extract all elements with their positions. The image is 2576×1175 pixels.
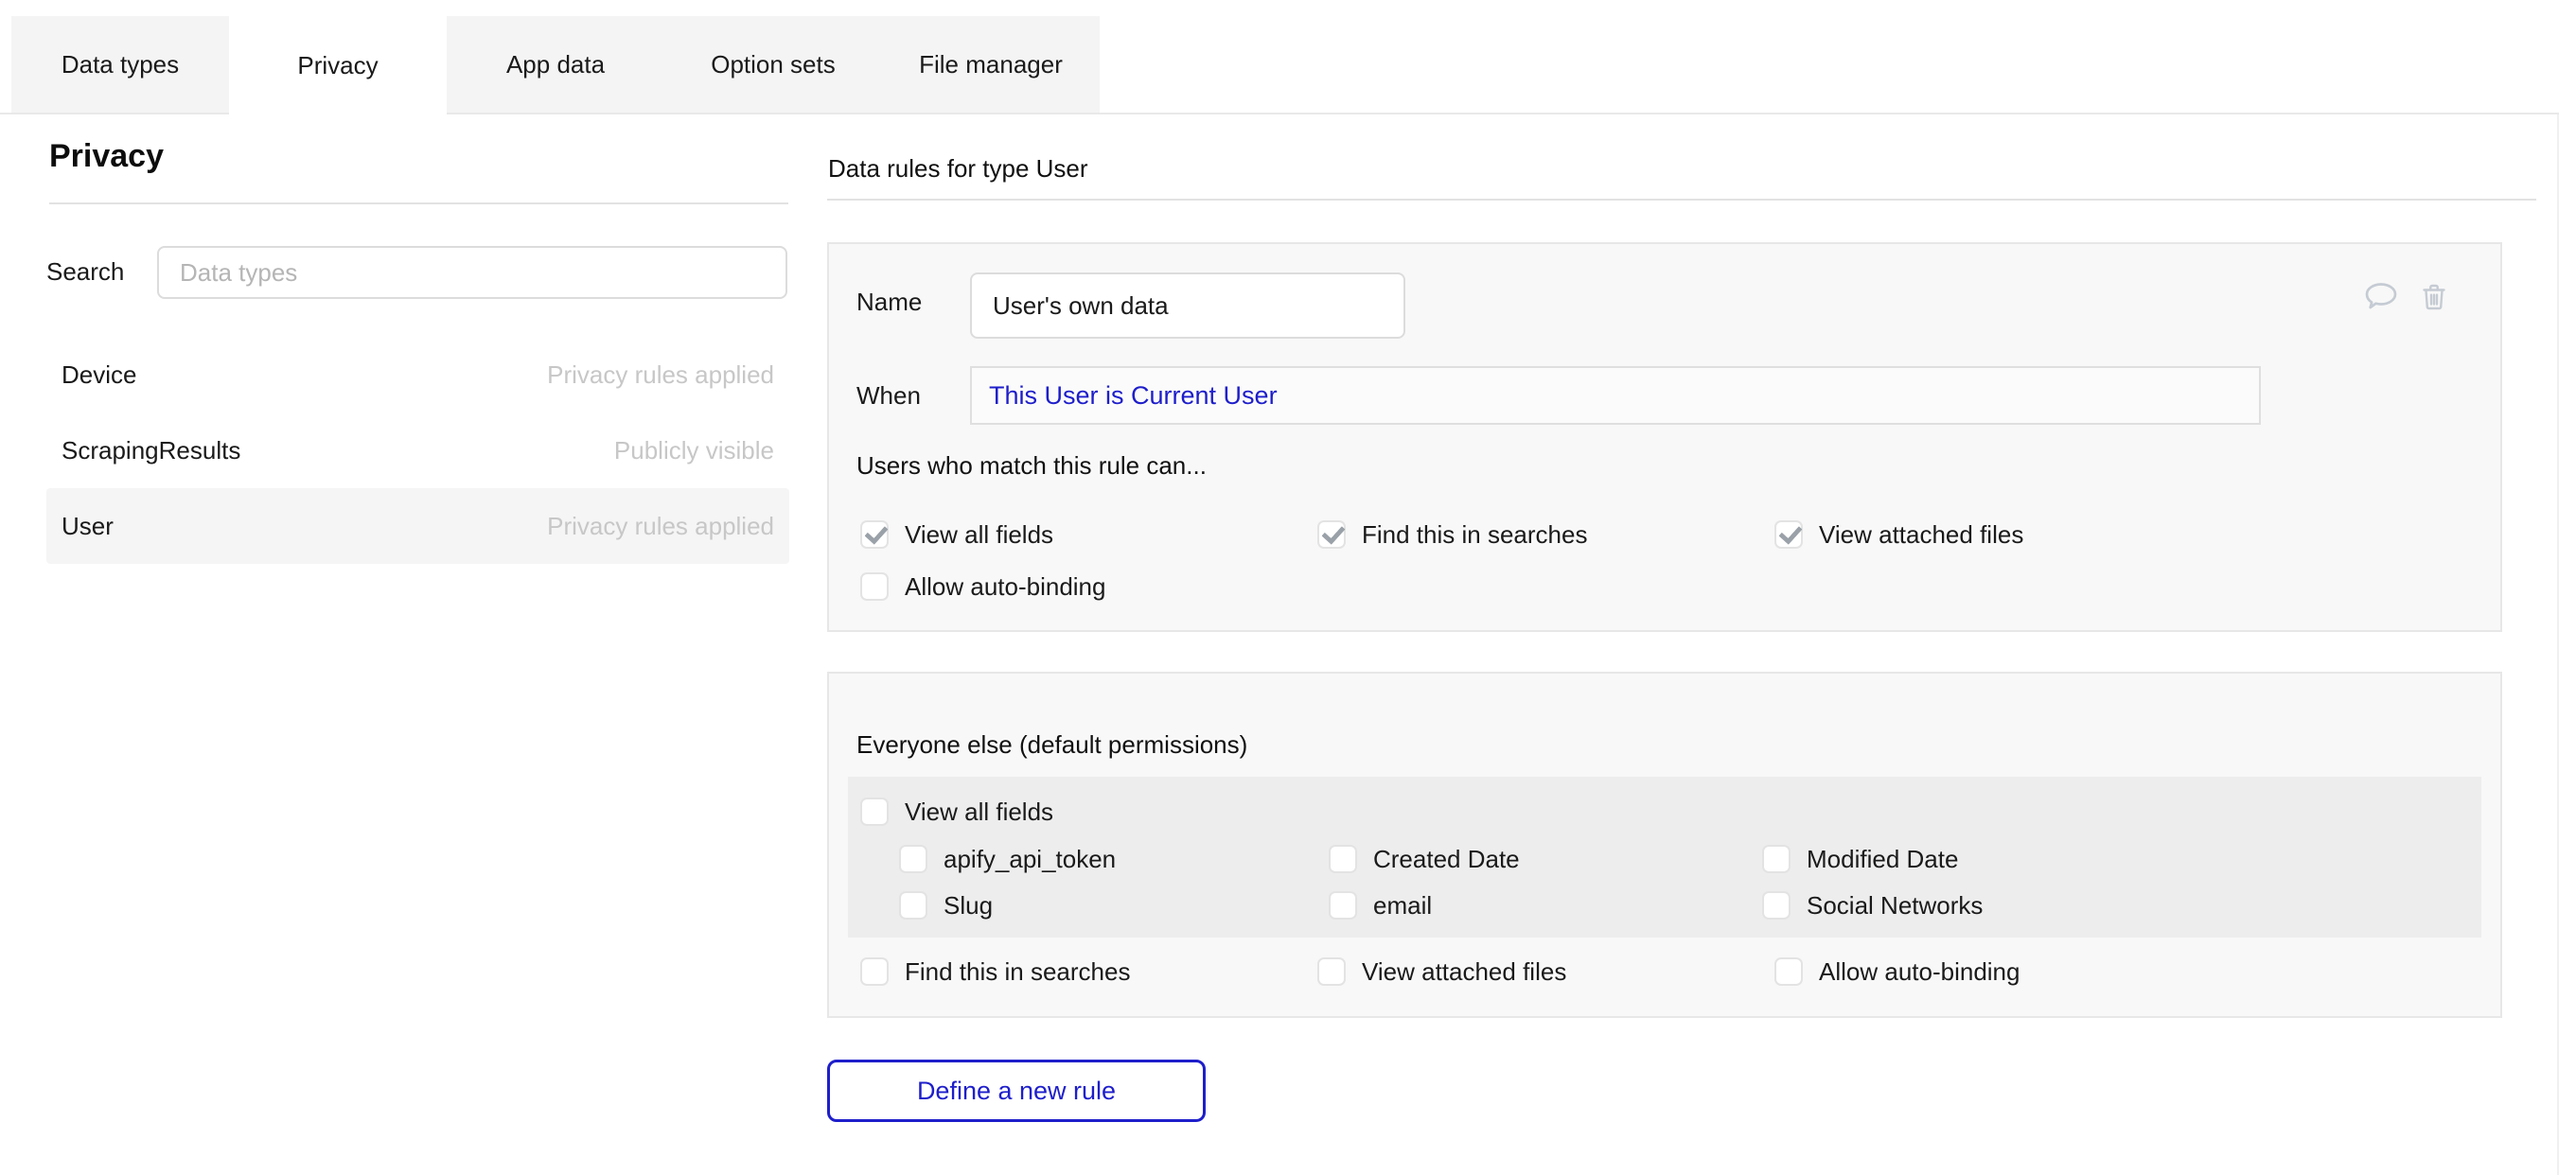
checkbox-box[interactable] <box>1762 891 1791 920</box>
permissions-intro: Users who match this rule can... <box>856 447 1207 484</box>
checkbox-field-created-date[interactable]: Created Date <box>1329 840 1520 878</box>
name-label: Name <box>856 283 922 321</box>
list-item-user[interactable]: User Privacy rules applied <box>46 488 789 564</box>
checkbox-box[interactable] <box>1329 845 1357 873</box>
checkbox-label: apify_api_token <box>944 845 1116 874</box>
checkbox-field-apify-api-token[interactable]: apify_api_token <box>899 840 1116 878</box>
data-type-status: Privacy rules applied <box>547 360 774 390</box>
checkbox-field-modified-date[interactable]: Modified Date <box>1762 840 1958 878</box>
search-input[interactable] <box>157 246 787 299</box>
default-permissions-card: Everyone else (default permissions) View… <box>827 672 2502 1018</box>
checkbox-box[interactable] <box>1774 957 1803 986</box>
tab-app-data[interactable]: App data <box>447 16 664 113</box>
checkbox-box[interactable] <box>860 798 889 826</box>
search-label: Search <box>46 257 124 286</box>
rule-card-actions <box>2362 278 2453 316</box>
rule-card: Name When This User is Current User User… <box>827 242 2502 632</box>
checkbox-box[interactable] <box>1317 520 1346 549</box>
main-divider <box>827 199 2536 201</box>
data-type-status: Privacy rules applied <box>547 512 774 541</box>
checkbox-box[interactable] <box>860 572 889 601</box>
checkbox-box[interactable] <box>860 520 889 549</box>
default-permissions-title: Everyone else (default permissions) <box>856 726 1247 763</box>
checkbox-box[interactable] <box>1762 845 1791 873</box>
when-condition-box[interactable]: This User is Current User <box>970 366 2261 425</box>
page-title: Privacy <box>49 138 164 175</box>
trash-icon[interactable] <box>2415 278 2453 316</box>
comment-icon[interactable] <box>2362 278 2400 316</box>
list-item-device[interactable]: Device Privacy rules applied <box>46 337 789 412</box>
checkbox-label: View attached files <box>1819 520 2023 550</box>
tab-file-manager[interactable]: File manager <box>882 16 1100 113</box>
checkbox-box[interactable] <box>1329 891 1357 920</box>
content-right-border <box>2557 113 2559 1175</box>
privacy-settings-page: Data types Privacy App data Option sets … <box>0 0 2576 1175</box>
list-item-scrapingresults[interactable]: ScrapingResults Publicly visible <box>46 412 789 488</box>
checkbox-field-social-networks[interactable]: Social Networks <box>1762 886 1983 924</box>
checkbox-label: Slug <box>944 891 993 921</box>
checkbox-find-in-searches[interactable]: Find this in searches <box>1317 516 1587 553</box>
tab-data-types[interactable]: Data types <box>11 16 229 113</box>
checkbox-label: Allow auto-binding <box>905 572 1105 602</box>
checkbox-label: View all fields <box>905 798 1053 827</box>
define-new-rule-button[interactable]: Define a new rule <box>827 1060 1206 1122</box>
checkbox-label: Find this in searches <box>1362 520 1587 550</box>
when-label: When <box>856 377 921 414</box>
sidebar-divider <box>49 202 788 204</box>
checkbox-find-in-searches-default[interactable]: Find this in searches <box>860 953 1130 991</box>
checkbox-allow-auto-binding[interactable]: Allow auto-binding <box>860 568 1105 605</box>
checkbox-label: Allow auto-binding <box>1819 957 2020 987</box>
tab-bar: Data types Privacy App data Option sets … <box>11 16 1100 114</box>
tab-option-sets[interactable]: Option sets <box>664 16 882 113</box>
checkbox-view-attached-files[interactable]: View attached files <box>1774 516 2023 553</box>
checkbox-label: email <box>1373 891 1432 921</box>
rule-name-input[interactable] <box>970 272 1405 339</box>
checkbox-label: Find this in searches <box>905 957 1130 987</box>
main-panel-heading: Data rules for type User <box>828 154 1088 184</box>
checkbox-box[interactable] <box>1317 957 1346 986</box>
checkbox-box[interactable] <box>899 891 927 920</box>
tab-privacy[interactable]: Privacy <box>229 16 447 114</box>
checkbox-allow-auto-binding-default[interactable]: Allow auto-binding <box>1774 953 2020 991</box>
checkbox-view-all-fields[interactable]: View all fields <box>860 516 1053 553</box>
checkbox-label: View attached files <box>1362 957 1566 987</box>
checkbox-view-attached-files-default[interactable]: View attached files <box>1317 953 1566 991</box>
checkbox-label: Created Date <box>1373 845 1520 874</box>
checkbox-view-all-fields-default[interactable]: View all fields <box>860 793 1053 831</box>
data-type-name: Device <box>62 360 136 390</box>
checkbox-box[interactable] <box>899 845 927 873</box>
data-type-status: Publicly visible <box>614 436 774 465</box>
data-type-list: Device Privacy rules applied ScrapingRes… <box>46 337 789 564</box>
checkbox-field-email[interactable]: email <box>1329 886 1432 924</box>
data-type-name: ScrapingResults <box>62 436 240 465</box>
data-type-name: User <box>62 512 114 541</box>
checkbox-label: Modified Date <box>1807 845 1958 874</box>
when-condition-link[interactable]: This User is Current User <box>989 381 1278 411</box>
checkbox-label: View all fields <box>905 520 1053 550</box>
checkbox-field-slug[interactable]: Slug <box>899 886 993 924</box>
checkbox-box[interactable] <box>860 957 889 986</box>
checkbox-label: Social Networks <box>1807 891 1983 921</box>
checkbox-box[interactable] <box>1774 520 1803 549</box>
